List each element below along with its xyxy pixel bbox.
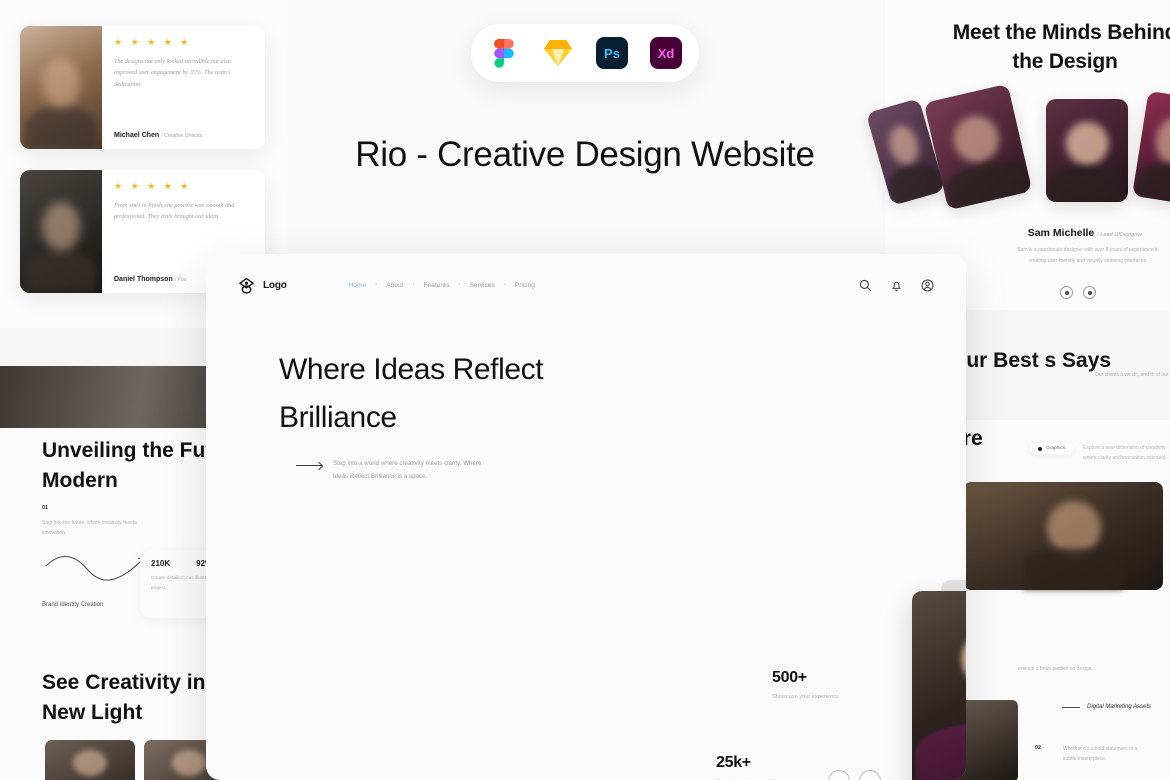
team-member-bio: Sam is a passionate designer with over 8…: [1017, 247, 1159, 264]
team-photo-tile: [1046, 99, 1128, 202]
hero-photo: [912, 591, 966, 780]
hero-stat-label: Showcase your experience: [772, 694, 840, 700]
testimonial-author-role: / Fou: [174, 277, 187, 283]
arrow-right-icon: [1062, 707, 1080, 708]
mockup-nav-icons: [859, 279, 934, 292]
brand-identity-caption: Brand Identity Creation: [42, 602, 104, 608]
bottom-right-arrow-label: Digital Marketing Assets: [1087, 704, 1152, 710]
team-member-name: Sam Michelle / Lead UIDesigner: [1000, 227, 1170, 239]
hero-carousel-controls[interactable]: ‹ ›: [828, 770, 881, 780]
rating-stars: ★ ★ ★ ★ ★: [114, 37, 192, 47]
bell-icon[interactable]: [890, 279, 903, 292]
nav-separator-icon: ›: [412, 282, 415, 288]
bottom-right-copy: erience a fresh pective on design.: [1018, 666, 1093, 672]
presentation-canvas: ★ ★ ★ ★ ★ The designs not only looked in…: [0, 0, 1170, 780]
unveiling-copy: Step into the future, where creativity m…: [42, 520, 137, 536]
hero-heading: Where Ideas Reflect Brilliance: [279, 353, 544, 434]
carousel-dot-next[interactable]: [1083, 286, 1096, 299]
carousel-prev-button[interactable]: ‹: [828, 770, 850, 780]
stat-value-users: 210K: [151, 559, 171, 568]
testimonial-author: Daniel Thompson / Fou: [114, 276, 187, 283]
decorative-image-strip: [0, 366, 220, 428]
carousel-next-button[interactable]: ›: [859, 770, 881, 780]
sketch-icon: [542, 37, 574, 69]
chip-label: Graphics: [1046, 446, 1066, 451]
testimonial-author: Michael Chen / Creative Director: [114, 132, 203, 139]
user-icon[interactable]: [921, 279, 934, 292]
nav-item-about[interactable]: About: [386, 282, 403, 289]
photoshop-icon: Ps: [596, 37, 628, 69]
nav-separator-icon: ›: [503, 282, 506, 288]
adobe-xd-icon: Xd: [650, 37, 682, 69]
hero-copy: Step into a world where creativity meets…: [333, 460, 482, 481]
nav-separator-icon: ›: [375, 282, 378, 288]
team-member-role: / Lead UIDesigner: [1097, 232, 1143, 238]
graphics-chip: Graphics: [1030, 443, 1074, 454]
bottom-right-index: 02: [1035, 745, 1041, 751]
bottom-right-arrow-row: Digital Marketing Assets: [1062, 702, 1163, 713]
carousel-dot-prev[interactable]: [1060, 286, 1073, 299]
hero-stat: 25k+ Emphasize the versatility: [716, 754, 786, 780]
hero-stat: 500+ Showcase your experience: [772, 669, 842, 703]
meet-the-minds-heading: Meet the Minds Behind the Design: [952, 21, 1170, 74]
nav-item-home[interactable]: Home: [349, 282, 367, 289]
team-member-name-text: Sam Michelle: [1027, 227, 1095, 239]
design-tools-badge: Ps Xd: [471, 24, 699, 82]
thumbnail-photo: [45, 740, 135, 780]
mockup-nav-links: Home › About › Features › Services › Pri…: [349, 282, 535, 289]
nav-item-services[interactable]: Services: [470, 282, 495, 289]
testimonial-card: ★ ★ ★ ★ ★ The designs not only looked in…: [20, 26, 265, 149]
testimonial-quote: The designs not only looked incredible b…: [114, 58, 231, 88]
chip-bullet-icon: [1038, 446, 1042, 451]
testimonial-avatar: [20, 170, 102, 293]
logo-icon: [238, 277, 255, 294]
testimonial-author-name: Daniel Thompson: [114, 276, 173, 283]
rating-stars: ★ ★ ★ ★ ★: [114, 181, 192, 191]
nav-item-features[interactable]: Features: [423, 282, 449, 289]
bottom-right-index-copy: Whether it's a bold statement or a subtl…: [1063, 746, 1138, 762]
best-says-copy: Our clients a we do, and th of our work.: [1095, 372, 1170, 378]
brand-logo[interactable]: Logo: [238, 277, 287, 294]
section-photo: [963, 482, 1163, 590]
hero-stat-value: 500+: [772, 669, 807, 686]
mockup-navbar: Logo Home › About › Features › Services …: [206, 254, 966, 316]
arrow-right-icon: [296, 465, 322, 466]
nav-item-pricing[interactable]: Pricing: [515, 282, 535, 289]
team-carousel-controls[interactable]: [1060, 286, 1096, 299]
hero-stat-value: 25k+: [716, 754, 751, 771]
squiggle-line-icon: [45, 556, 145, 581]
testimonial-quote: From start to finish, the process was sm…: [114, 202, 235, 221]
figma-icon: [488, 37, 520, 69]
graphics-chip-copy: Explore a new dimension of creativity wh…: [1083, 445, 1167, 461]
testimonial-author-name: Michael Chen: [114, 132, 160, 139]
testimonial-avatar: [20, 26, 102, 149]
unveiling-index: 01: [42, 505, 48, 511]
search-icon[interactable]: [859, 279, 872, 292]
presentation-title: Rio - Creative Design Website: [355, 135, 815, 174]
testimonial-author-role: / Creative Director: [161, 133, 203, 139]
brand-name: Logo: [263, 279, 287, 291]
nav-separator-icon: ›: [458, 282, 461, 288]
website-mockup: Logo Home › About › Features › Services …: [206, 254, 966, 780]
